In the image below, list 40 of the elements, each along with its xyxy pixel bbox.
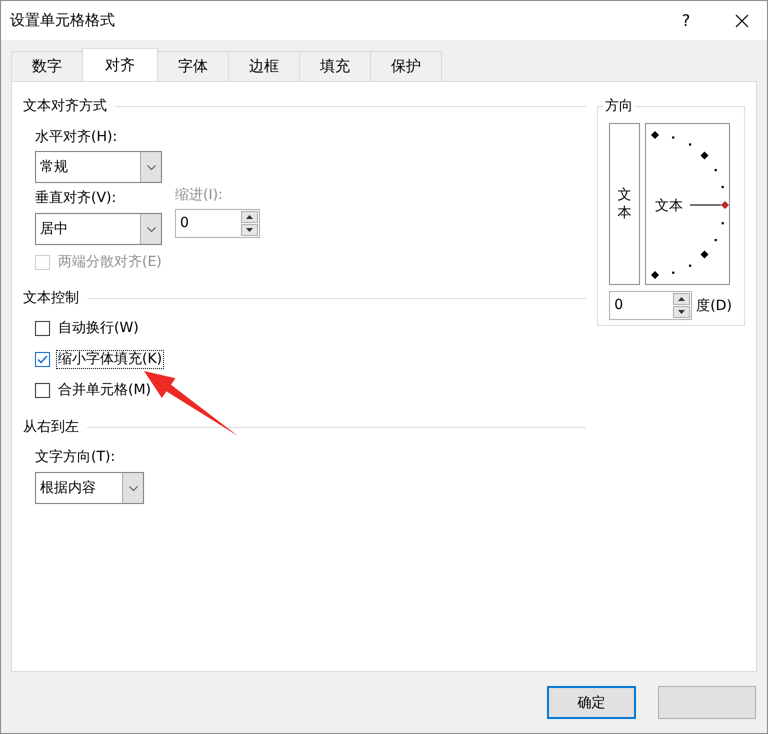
spin-down-button[interactable]	[673, 306, 690, 318]
spin-up-button[interactable]	[241, 211, 258, 223]
vertical-text-box[interactable]: 文本	[609, 123, 640, 285]
orientation-dial[interactable]: 文本	[645, 123, 730, 285]
spin-down-button[interactable]	[241, 224, 258, 236]
chevron-icon	[128, 486, 138, 490]
field-label: 度(D)	[696, 296, 732, 316]
section-heading: 文本对齐方式	[23, 97, 107, 115]
tab[interactable]: 对齐	[82, 48, 158, 81]
dialog-button[interactable]: 确定	[547, 686, 636, 719]
dropdown[interactable]: 常规	[35, 151, 162, 183]
up-triangle-icon	[246, 215, 253, 219]
checkbox[interactable]	[35, 352, 50, 367]
down-triangle-icon	[678, 310, 686, 314]
spin-up-button[interactable]	[673, 293, 690, 305]
spin-field[interactable]: 0	[609, 291, 692, 320]
section-heading: 文本控制	[23, 289, 79, 307]
down-triangle-icon	[246, 228, 253, 232]
section-heading: 从右到左	[23, 418, 79, 436]
chevron-icon	[146, 226, 156, 232]
window-title: 设置单元格格式	[10, 11, 116, 30]
field-label: 垂直对齐(V):	[35, 189, 116, 208]
close-icon	[735, 14, 749, 28]
chevron-icon	[146, 164, 156, 170]
checkbox-label[interactable]: 合并单元格(M)	[56, 381, 154, 400]
up-triangle-icon	[678, 297, 686, 301]
field-label: 缩进(I):	[175, 186, 223, 205]
tab[interactable]: 数字	[11, 51, 83, 81]
checkbox-label[interactable]: 自动换行(W)	[56, 319, 141, 338]
field-label: 文字方向(T):	[35, 448, 116, 467]
field-label: 水平对齐(H):	[35, 128, 118, 147]
checkbox[interactable]	[35, 321, 50, 336]
checkbox[interactable]	[35, 383, 50, 398]
dial-text: 文本	[655, 198, 684, 215]
pointer-icon	[690, 201, 730, 209]
tab[interactable]: 保护	[370, 51, 442, 81]
dropdown[interactable]: 根据内容	[35, 472, 144, 504]
checkbox-label[interactable]: 缩小字体填充(K)	[56, 350, 164, 369]
help-button[interactable]: ?	[661, 11, 711, 30]
dropdown[interactable]: 居中	[35, 213, 162, 245]
